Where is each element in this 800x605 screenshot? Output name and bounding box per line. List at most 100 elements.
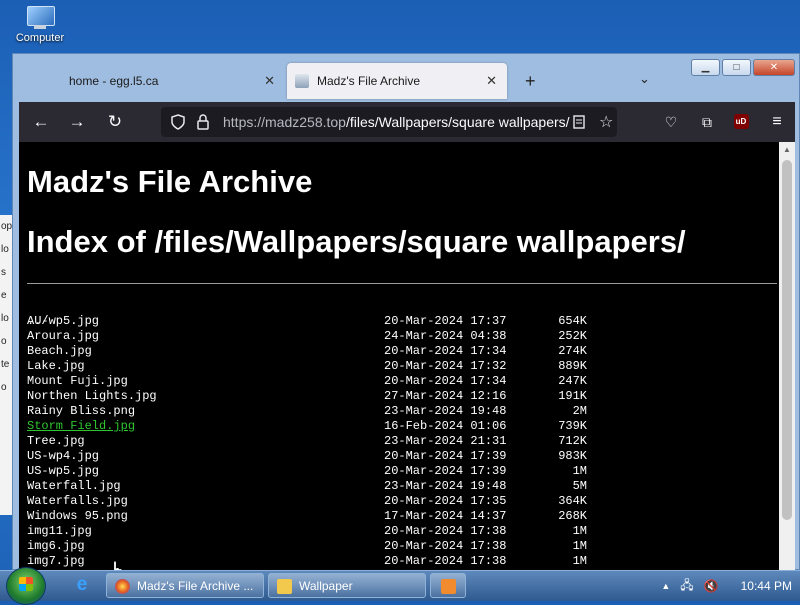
file-size: 739K	[558, 419, 587, 433]
file-link[interactable]: Beach.jpg	[27, 344, 92, 359]
internet-explorer-icon[interactable]: e	[64, 574, 100, 598]
forward-button[interactable]: →	[65, 110, 89, 134]
computer-desktop-icon[interactable]: Computer	[8, 6, 72, 44]
file-row[interactable]: Northen Lights.jpg 27-Mar-2024 12:16 191K	[27, 389, 587, 404]
file-size: 1M	[572, 524, 587, 538]
pocket-icon[interactable]: ♡	[659, 110, 683, 134]
file-row[interactable]: Storm Field.jpg 16-Feb-2024 01:06 739K	[27, 419, 587, 434]
file-date: 20-Mar-2024 17:38	[384, 539, 507, 553]
page-scrollbar[interactable]: ▲	[779, 142, 795, 570]
clock[interactable]: 10:44 PM	[741, 579, 792, 593]
tab-file-archive[interactable]: Madz's File Archive ✕	[287, 63, 507, 99]
file-row[interactable]: Tree.jpg 23-Mar-2024 21:31 712K	[27, 434, 587, 449]
tab-close-icon[interactable]: ✕	[264, 73, 275, 89]
volume-muted-icon[interactable]: 🔇	[704, 579, 719, 593]
scrollbar-thumb[interactable]	[782, 160, 792, 520]
menu-icon[interactable]: ≡	[765, 110, 789, 134]
minimize-button[interactable]: ▁	[691, 59, 720, 76]
file-row[interactable]: Mount Fuji.jpg 20-Mar-2024 17:34 247K	[27, 374, 587, 389]
file-row[interactable]: img11.jpg 20-Mar-2024 17:38 1M	[27, 524, 587, 539]
back-button[interactable]: ←	[29, 110, 53, 134]
file-size: 2M	[572, 404, 587, 418]
navigation-toolbar: ← → ↻ https://madz258.top/files/Wallpape…	[19, 102, 795, 142]
file-row[interactable]: Waterfall.jpg 23-Mar-2024 19:48 5M	[27, 479, 587, 494]
file-link[interactable]: US-wp5.jpg	[27, 464, 99, 479]
file-size: 889K	[558, 359, 587, 373]
close-window-button[interactable]: ✕	[753, 59, 795, 76]
show-hidden-icons-button[interactable]: ▲	[661, 581, 670, 591]
computer-icon	[25, 6, 55, 30]
file-link[interactable]: img11.jpg	[27, 524, 92, 539]
file-link[interactable]: US-wp4.jpg	[27, 449, 99, 464]
lock-icon[interactable]	[197, 114, 209, 130]
network-icon[interactable]: 🖧	[680, 576, 693, 597]
file-listing: ../ AU-wp5.jpg 20-Mar-2024 17:37 654K Arour…	[27, 299, 587, 569]
file-row[interactable]: Beach.jpg 20-Mar-2024 17:34 274K	[27, 344, 587, 359]
file-size: 5M	[572, 479, 587, 493]
list-all-tabs-button[interactable]: ⌄	[639, 71, 650, 87]
file-date: 24-Mar-2024 04:38	[384, 329, 507, 343]
file-size: 364K	[558, 494, 587, 508]
file-date: 23-Mar-2024 21:31	[384, 434, 507, 448]
file-size: 983K	[558, 449, 587, 463]
firefox-icon	[115, 579, 130, 594]
file-link[interactable]: Tree.jpg	[27, 434, 85, 449]
file-row[interactable]: Aroura.jpg 24-Mar-2024 04:38 252K	[27, 329, 587, 344]
file-size: 712K	[558, 434, 587, 448]
file-link[interactable]: Windows 95.png	[27, 509, 128, 524]
file-link[interactable]: Rainy Bliss.png	[27, 404, 135, 419]
tab-close-icon[interactable]: ✕	[486, 73, 497, 89]
file-size: 1M	[572, 464, 587, 478]
tab-home[interactable]: home - egg.l5.ca ✕	[63, 63, 285, 99]
ublock-icon[interactable]: uD	[729, 110, 753, 134]
file-size: 654K	[558, 314, 587, 328]
new-tab-button[interactable]: +	[525, 71, 536, 92]
taskbar-button-wallpaper-folder[interactable]: Wallpaper	[268, 573, 426, 598]
site-title: Madz's File Archive	[27, 164, 313, 199]
file-link[interactable]: img7.jpg	[27, 554, 85, 569]
file-row[interactable]: Waterfalls.jpg 20-Mar-2024 17:35 364K	[27, 494, 587, 509]
taskbar-button-firefox[interactable]: Madz's File Archive ...	[106, 573, 264, 598]
file-link[interactable]: Storm Field.jpg	[27, 419, 135, 434]
media-player-icon	[441, 579, 456, 594]
file-row[interactable]: US-wp4.jpg 20-Mar-2024 17:39 983K	[27, 449, 587, 464]
file-size: 1M	[572, 554, 587, 568]
file-link[interactable]: Waterfall.jpg	[27, 479, 121, 494]
file-row[interactable]: Windows 95.png 17-Mar-2024 14:37 268K	[27, 509, 587, 524]
parent-directory-row[interactable]: ../	[27, 299, 587, 328]
page-content: Madz's File Archive Index of /files/Wall…	[19, 142, 779, 570]
file-row[interactable]: Rainy Bliss.png 23-Mar-2024 19:48 2M	[27, 404, 587, 419]
file-link[interactable]: img6.jpg	[27, 539, 85, 554]
file-date: 20-Mar-2024 17:32	[384, 359, 507, 373]
file-date: 20-Mar-2024 17:35	[384, 494, 507, 508]
shield-icon[interactable]	[171, 114, 185, 130]
reload-button[interactable]: ↻	[103, 110, 127, 134]
address-bar[interactable]: https://madz258.top/files/Wallpapers/squ…	[161, 107, 617, 137]
start-button[interactable]	[6, 567, 46, 605]
file-link[interactable]: Waterfalls.jpg	[27, 494, 128, 509]
file-link[interactable]: AU-wp5.jpg	[27, 314, 99, 329]
file-date: 20-Mar-2024 17:39	[384, 464, 507, 478]
file-row[interactable]: US-wp5.jpg 20-Mar-2024 17:39 1M	[27, 464, 587, 479]
file-date: 27-Mar-2024 12:16	[384, 389, 507, 403]
browser-window: home - egg.l5.ca ✕ Madz's File Archive ✕…	[12, 53, 800, 570]
file-link[interactable]: Aroura.jpg	[27, 329, 99, 344]
extensions-icon[interactable]: ⧉	[695, 110, 719, 134]
url-text[interactable]: https://madz258.top/files/Wallpapers/squ…	[223, 114, 570, 130]
scroll-up-arrow-icon[interactable]: ▲	[783, 145, 791, 154]
index-title: Index of /files/Wallpapers/square wallpa…	[27, 224, 686, 259]
divider	[27, 283, 777, 284]
file-row[interactable]: AU-wp5.jpg 20-Mar-2024 17:37 654K	[27, 314, 587, 329]
file-row[interactable]: Lake.jpg 20-Mar-2024 17:32 889K	[27, 359, 587, 374]
file-date: 20-Mar-2024 17:34	[384, 374, 507, 388]
file-row[interactable]: img6.jpg 20-Mar-2024 17:38 1M	[27, 539, 587, 554]
file-link[interactable]: Northen Lights.jpg	[27, 389, 157, 404]
file-link[interactable]: Mount Fuji.jpg	[27, 374, 128, 389]
system-tray: ▲ 🖧 🔇 10:44 PM	[651, 571, 792, 601]
taskbar-button-media-player[interactable]	[430, 573, 466, 598]
star-icon[interactable]: ☆	[599, 112, 613, 132]
file-link[interactable]: Lake.jpg	[27, 359, 85, 374]
reader-icon[interactable]	[573, 115, 585, 129]
maximize-button[interactable]: □	[722, 59, 751, 76]
hand-cursor-icon	[111, 560, 123, 570]
